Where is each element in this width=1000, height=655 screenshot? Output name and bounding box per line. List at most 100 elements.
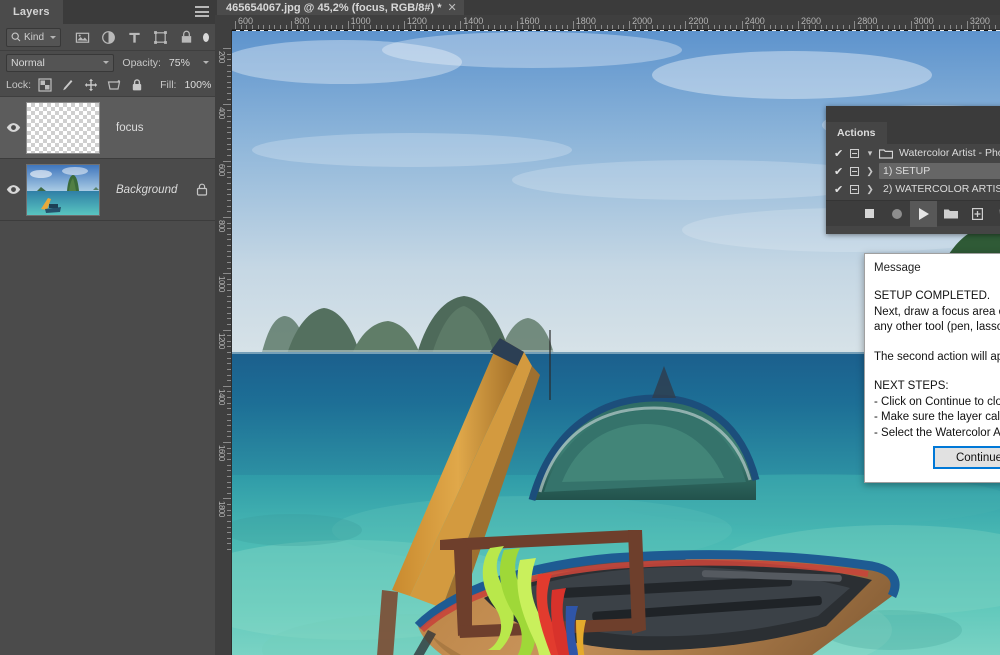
ruler-tick-minor [227,312,231,314]
hamburger-menu-icon[interactable] [195,6,209,17]
begin-recording-button[interactable] [883,201,910,227]
ruler-tick-minor [227,239,231,241]
ruler-tick-major [516,21,518,29]
pixel-layer-filter-icon[interactable] [75,30,90,45]
ruler-tick-minor [227,53,231,55]
ruler-tick-minor [544,25,546,29]
chevron-right-icon[interactable]: ❯ [861,184,879,195]
ruler-tick-minor [893,25,895,29]
lock-transparent-pixels-icon[interactable] [38,78,52,92]
ruler-tick-minor [227,520,231,522]
filter-toggle-switch[interactable] [203,32,209,42]
ruler-tick-minor [747,25,749,29]
vertical-ruler[interactable]: 200 400 600 800 1000 1200 1400 1600 1800 [215,30,232,655]
document-tabbar: 465654067.jpg @ 45,2% (focus, RGB/8#) * … [215,0,1000,15]
tab-actions[interactable]: Actions [826,122,887,144]
document-tab[interactable]: 465654067.jpg @ 45,2% (focus, RGB/8#) * … [217,0,464,15]
tab-layers[interactable]: Layers [0,0,63,24]
play-selection-button[interactable] [910,200,937,227]
ruler-tick-minor [227,487,231,489]
ruler-tick-minor [227,121,231,123]
blend-mode-select[interactable]: Normal [6,53,115,72]
chevron-right-icon[interactable]: ❯ [861,166,879,177]
ruler-label: 1800 [217,501,226,518]
ruler-tick-minor [227,340,231,342]
action-set-label[interactable]: Watercolor Artist - Photos... [895,145,1000,161]
create-new-action-button[interactable] [964,201,991,227]
ruler-tick-minor [325,25,327,29]
layer-row-focus[interactable]: focus [0,97,215,159]
toggle-dialog-icon[interactable] [848,148,861,158]
action-label-watercolor-artist[interactable]: 2) WATERCOLOR ARTIST [879,181,1000,197]
adjustment-layer-filter-icon[interactable] [101,30,116,45]
lock-artboard-nesting-icon[interactable] [107,78,121,92]
ruler-tick-minor [493,25,495,29]
toggle-dialog-icon[interactable] [848,184,861,194]
ruler-tick-minor [522,25,524,29]
ruler-tick-minor [227,464,231,466]
toggle-dialog-icon[interactable] [848,166,861,176]
action-toggle-item-on-off[interactable]: ✔ [834,165,848,178]
chevron-down-icon[interactable]: ▾ [861,148,879,159]
layer-name-focus[interactable]: focus [100,122,189,134]
ruler-tick-minor [330,25,332,29]
create-new-set-button[interactable] [937,201,964,227]
lock-all-icon[interactable] [130,78,144,92]
horizontal-ruler[interactable]: 600 800 1000 1200 1400 1600 1800 2000 2200 2400 26… [215,15,1000,30]
ruler-tick-minor [567,25,569,29]
ruler-tick-minor [662,25,664,29]
shape-layer-filter-icon[interactable] [153,30,168,45]
ruler-tick-minor [227,419,231,421]
new-folder-icon [943,209,958,219]
filter-kind-select[interactable]: Kind [6,27,62,47]
ruler-tick-minor [995,25,997,29]
delete-button[interactable] [991,201,1000,227]
layer-thumbnail-background[interactable] [26,163,100,216]
fill-input[interactable]: 100% [180,77,212,94]
ruler-tick-minor [803,25,805,29]
opacity-input[interactable]: 75% [165,54,200,71]
ruler-corner[interactable] [215,15,232,30]
ruler-tick-minor [426,25,428,29]
ruler-tick-minor [876,25,878,29]
ruler-tick-minor [227,504,231,506]
action-set-row[interactable]: ✔ ▾ Watercolor Artist - Photos... [826,144,1000,162]
opacity-chevron-down-icon[interactable] [203,61,209,64]
layer-thumbnail-focus[interactable] [26,101,100,154]
dialog-title: Message [874,262,921,274]
layer-name-background[interactable]: Background [100,184,189,196]
ruler-tick-minor [227,126,231,128]
ruler-tick-minor [308,25,310,29]
ruler-tick-minor [387,25,388,29]
action-row-watercolor-artist[interactable]: ✔ ❯ 2) WATERCOLOR ARTIST [826,180,1000,198]
ruler-tick-major [741,21,743,29]
type-layer-filter-icon[interactable] [127,30,142,45]
ruler-tick-minor [227,301,231,303]
close-tab-icon[interactable]: ✕ [448,1,457,14]
ruler-tick-minor [227,267,231,269]
photoshop-window: Layers Kind Normal Opacity: 75% Lock: Fi… [0,0,1000,655]
layer-visibility-toggle-focus[interactable] [0,122,26,133]
eye-icon [6,185,20,194]
action-row-setup[interactable]: ✔ ❯ 1) SETUP [826,162,1000,180]
lock-image-pixels-icon[interactable] [61,78,75,92]
ruler-tick-minor [634,25,636,29]
ruler-tick-minor [381,25,383,29]
action-label-setup[interactable]: 1) SETUP [879,163,1000,179]
smart-object-filter-icon[interactable] [179,30,194,45]
layer-filter-row: Kind [0,24,215,51]
layer-row-background[interactable]: Background [0,159,215,221]
action-toggle-item-on-off[interactable]: ✔ [834,183,848,196]
ruler-tick-minor [691,25,693,29]
ruler-tick-minor [227,200,231,201]
ruler-tick-minor [465,25,467,29]
ruler-tick-minor [227,245,231,247]
stop-playing-recording-button[interactable] [856,201,883,227]
ruler-tick-minor [499,25,501,29]
continue-button[interactable]: Continue [933,446,1000,469]
layer-visibility-toggle-background[interactable] [0,184,26,195]
ruler-label: 800 [217,219,226,232]
ruler-tick-minor [606,25,608,29]
action-toggle-item-on-off[interactable]: ✔ [834,147,848,160]
lock-position-icon[interactable] [84,78,98,92]
